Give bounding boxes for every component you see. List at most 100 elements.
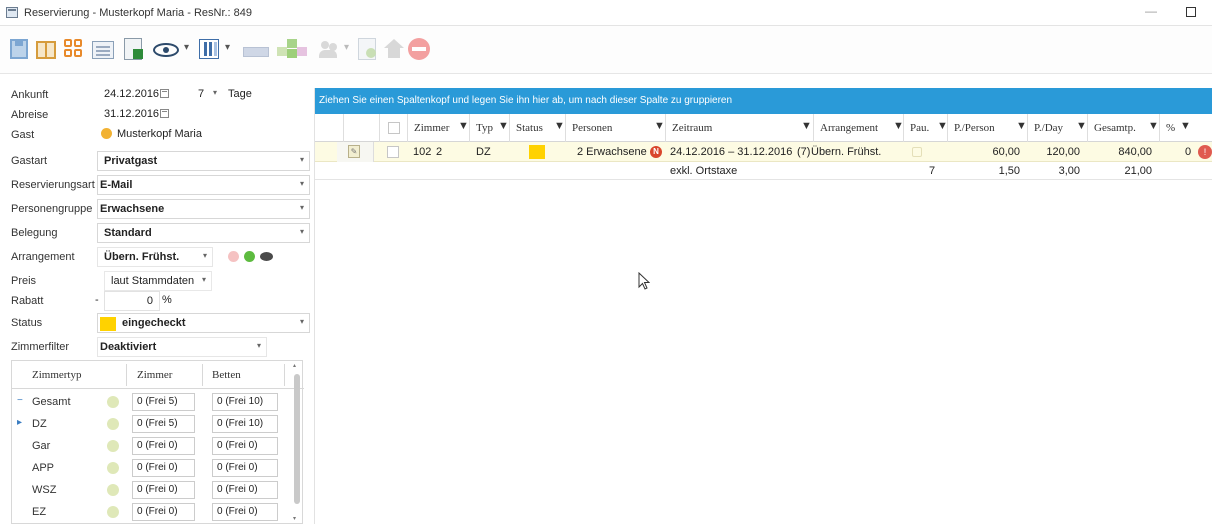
cell-percent: 0 [1185, 146, 1192, 158]
personengruppe-select[interactable]: Erwachsene ▾ [97, 199, 310, 219]
belegung-select[interactable]: Standard ▾ [97, 223, 310, 243]
scroll-down-icon[interactable]: ▾ [293, 515, 296, 522]
zimmer-input[interactable]: 0 (Frei 5) [132, 393, 195, 411]
document-icon[interactable] [358, 38, 376, 60]
column-header-personen[interactable]: Personen ▼ [565, 114, 665, 142]
view-arrangement-icon[interactable] [260, 252, 273, 261]
people-icon[interactable] [319, 39, 339, 59]
zimmerfilter-select[interactable]: Deaktiviert ▾ [97, 337, 267, 357]
select-all-checkbox[interactable] [388, 122, 400, 134]
reservierungsart-select[interactable]: E-Mail ▾ [97, 175, 310, 195]
edit-row-icon[interactable]: ✎ [348, 145, 360, 158]
column-header-gesamtp[interactable]: Gesamtp. ▼ [1087, 114, 1159, 142]
roomtype-row[interactable]: Gar 0 (Frei 0) 0 (Frei 0) [12, 435, 302, 458]
column-header-p-person[interactable]: P./Person ▼ [947, 114, 1027, 142]
calendar-icon[interactable] [160, 88, 169, 100]
filter-icon[interactable]: ▼ [498, 120, 509, 132]
bed-icon[interactable] [243, 47, 269, 57]
people-dropdown-icon[interactable]: ▾ [344, 42, 349, 53]
betten-input[interactable]: 0 (Frei 10) [212, 393, 278, 411]
column-header-betten[interactable]: Betten [212, 369, 241, 381]
calendar-icon[interactable] [160, 108, 169, 120]
maximize-icon[interactable] [1186, 7, 1196, 17]
minimize-icon[interactable]: — [1143, 4, 1159, 20]
group-by-panel[interactable]: Ziehen Sie einen Spaltenkopf und legen S… [315, 88, 1212, 114]
roomtype-row[interactable]: − Gesamt 0 (Frei 5) 0 (Frei 10) [12, 391, 302, 414]
betten-input[interactable]: 0 (Frei 0) [212, 481, 278, 499]
zimmer-input[interactable]: 0 (Frei 0) [132, 459, 195, 477]
groups-icon[interactable] [277, 39, 311, 59]
status-select[interactable]: eingecheckt ▾ [97, 313, 310, 333]
filter-icon[interactable]: ▼ [1148, 120, 1159, 132]
warning-icon[interactable]: ! [1198, 145, 1212, 159]
betten-input[interactable]: 0 (Frei 10) [212, 415, 278, 433]
guest-name[interactable]: Musterkopf Maria [117, 128, 202, 140]
column-header-p-day[interactable]: P./Day ▼ [1027, 114, 1087, 142]
eye-dropdown-icon[interactable]: ▾ [184, 42, 189, 53]
house-icon[interactable] [384, 39, 404, 59]
betten-count: 0 [217, 484, 223, 495]
column-header-zimmer[interactable]: Zimmer ▼ [407, 114, 469, 142]
zimmer-input[interactable]: 0 (Frei 0) [132, 503, 195, 521]
ankunft-date[interactable]: 24.12.2016 [104, 88, 159, 100]
roomtype-row[interactable]: APP 0 (Frei 0) 0 (Frei 0) [12, 457, 302, 480]
tiles-icon[interactable] [64, 39, 84, 59]
column-header-pau[interactable]: Pau. ▼ [903, 114, 948, 142]
roomtype-row[interactable]: ▸ DZ 0 (Frei 5) 0 (Frei 10) [12, 413, 302, 436]
scrollbar-thumb[interactable] [294, 374, 300, 504]
filter-icon[interactable]: ▼ [1016, 120, 1027, 132]
filter-icon[interactable]: ▼ [801, 120, 812, 132]
filter-icon[interactable]: ▼ [1180, 120, 1191, 132]
arrangement-select[interactable]: Übern. Frühst. ▾ [97, 247, 213, 267]
betten-input[interactable]: 0 (Frei 0) [212, 437, 278, 455]
roomtype-row[interactable]: EZ 0 (Frei 0) 0 (Frei 0) [12, 501, 302, 524]
zimmer-input[interactable]: 0 (Frei 0) [132, 481, 195, 499]
pause-checkbox[interactable] [912, 147, 922, 157]
filter-icon[interactable]: ▼ [654, 120, 665, 132]
columns-dropdown-icon[interactable]: ▾ [225, 42, 230, 53]
column-header-typ[interactable]: Typ ▼ [469, 114, 509, 142]
betten-input[interactable]: 0 (Frei 0) [212, 503, 278, 521]
abreise-date[interactable]: 31.12.2016 [104, 108, 159, 120]
add-arrangement-icon[interactable] [244, 251, 255, 262]
roomtype-row[interactable]: WSZ 0 (Frei 0) 0 (Frei 0) [12, 479, 302, 502]
column-header-percent[interactable]: % ▼ [1159, 114, 1193, 142]
notice-badge[interactable]: N [650, 145, 662, 158]
column-header-zimmer-label: Zimmer [414, 122, 450, 134]
roomtype-scrollbar[interactable]: ▴ ▾ [293, 362, 301, 522]
belegung-label: Belegung [11, 227, 58, 239]
remove-arrangement-icon[interactable] [228, 251, 239, 262]
scroll-up-icon[interactable]: ▴ [293, 362, 296, 369]
row-checkbox[interactable] [387, 146, 399, 158]
nights-value[interactable]: 7 [198, 88, 204, 100]
expander-icon[interactable]: − [17, 395, 23, 406]
zimmer-input[interactable]: 0 (Frei 5) [132, 415, 195, 433]
column-header-zimmertyp[interactable]: Zimmertyp [32, 369, 82, 381]
filter-icon[interactable]: ▼ [458, 120, 469, 132]
eye-icon[interactable] [153, 43, 179, 57]
filter-icon[interactable]: ▼ [554, 120, 565, 132]
rabatt-input[interactable]: 0 [104, 291, 160, 311]
book-icon[interactable] [36, 41, 56, 59]
gastart-select[interactable]: Privatgast ▾ [97, 151, 310, 171]
cancel-icon[interactable] [408, 38, 430, 60]
column-header-zeitraum[interactable]: Zeitraum ▼ [665, 114, 813, 142]
column-header-status[interactable]: Status ▼ [509, 114, 565, 142]
expander-icon[interactable]: ▸ [17, 417, 22, 428]
table-row[interactable]: ✎ 102 2 DZ 2 Erwachsene N 24.12.2016 – 3… [315, 142, 1212, 162]
save-icon[interactable] [10, 39, 28, 59]
column-header-zimmer[interactable]: Zimmer [137, 369, 172, 381]
zimmer-input[interactable]: 0 (Frei 0) [132, 437, 195, 455]
list-icon[interactable] [92, 41, 114, 59]
filter-icon[interactable]: ▼ [1076, 120, 1087, 132]
zimmerfilter-value: Deaktiviert [100, 341, 157, 353]
column-header-arrangement[interactable]: Arrangement ▼ [813, 114, 904, 142]
nights-spinner-icon[interactable]: ▾ [213, 88, 217, 97]
preis-select[interactable]: laut Stammdaten ▾ [104, 271, 212, 291]
availability-icon [107, 484, 119, 496]
betten-input[interactable]: 0 (Frei 0) [212, 459, 278, 477]
availability-icon [107, 506, 119, 518]
columns-icon[interactable] [199, 39, 219, 59]
status-color-swatch [100, 317, 116, 331]
excel-export-icon[interactable] [124, 38, 143, 60]
